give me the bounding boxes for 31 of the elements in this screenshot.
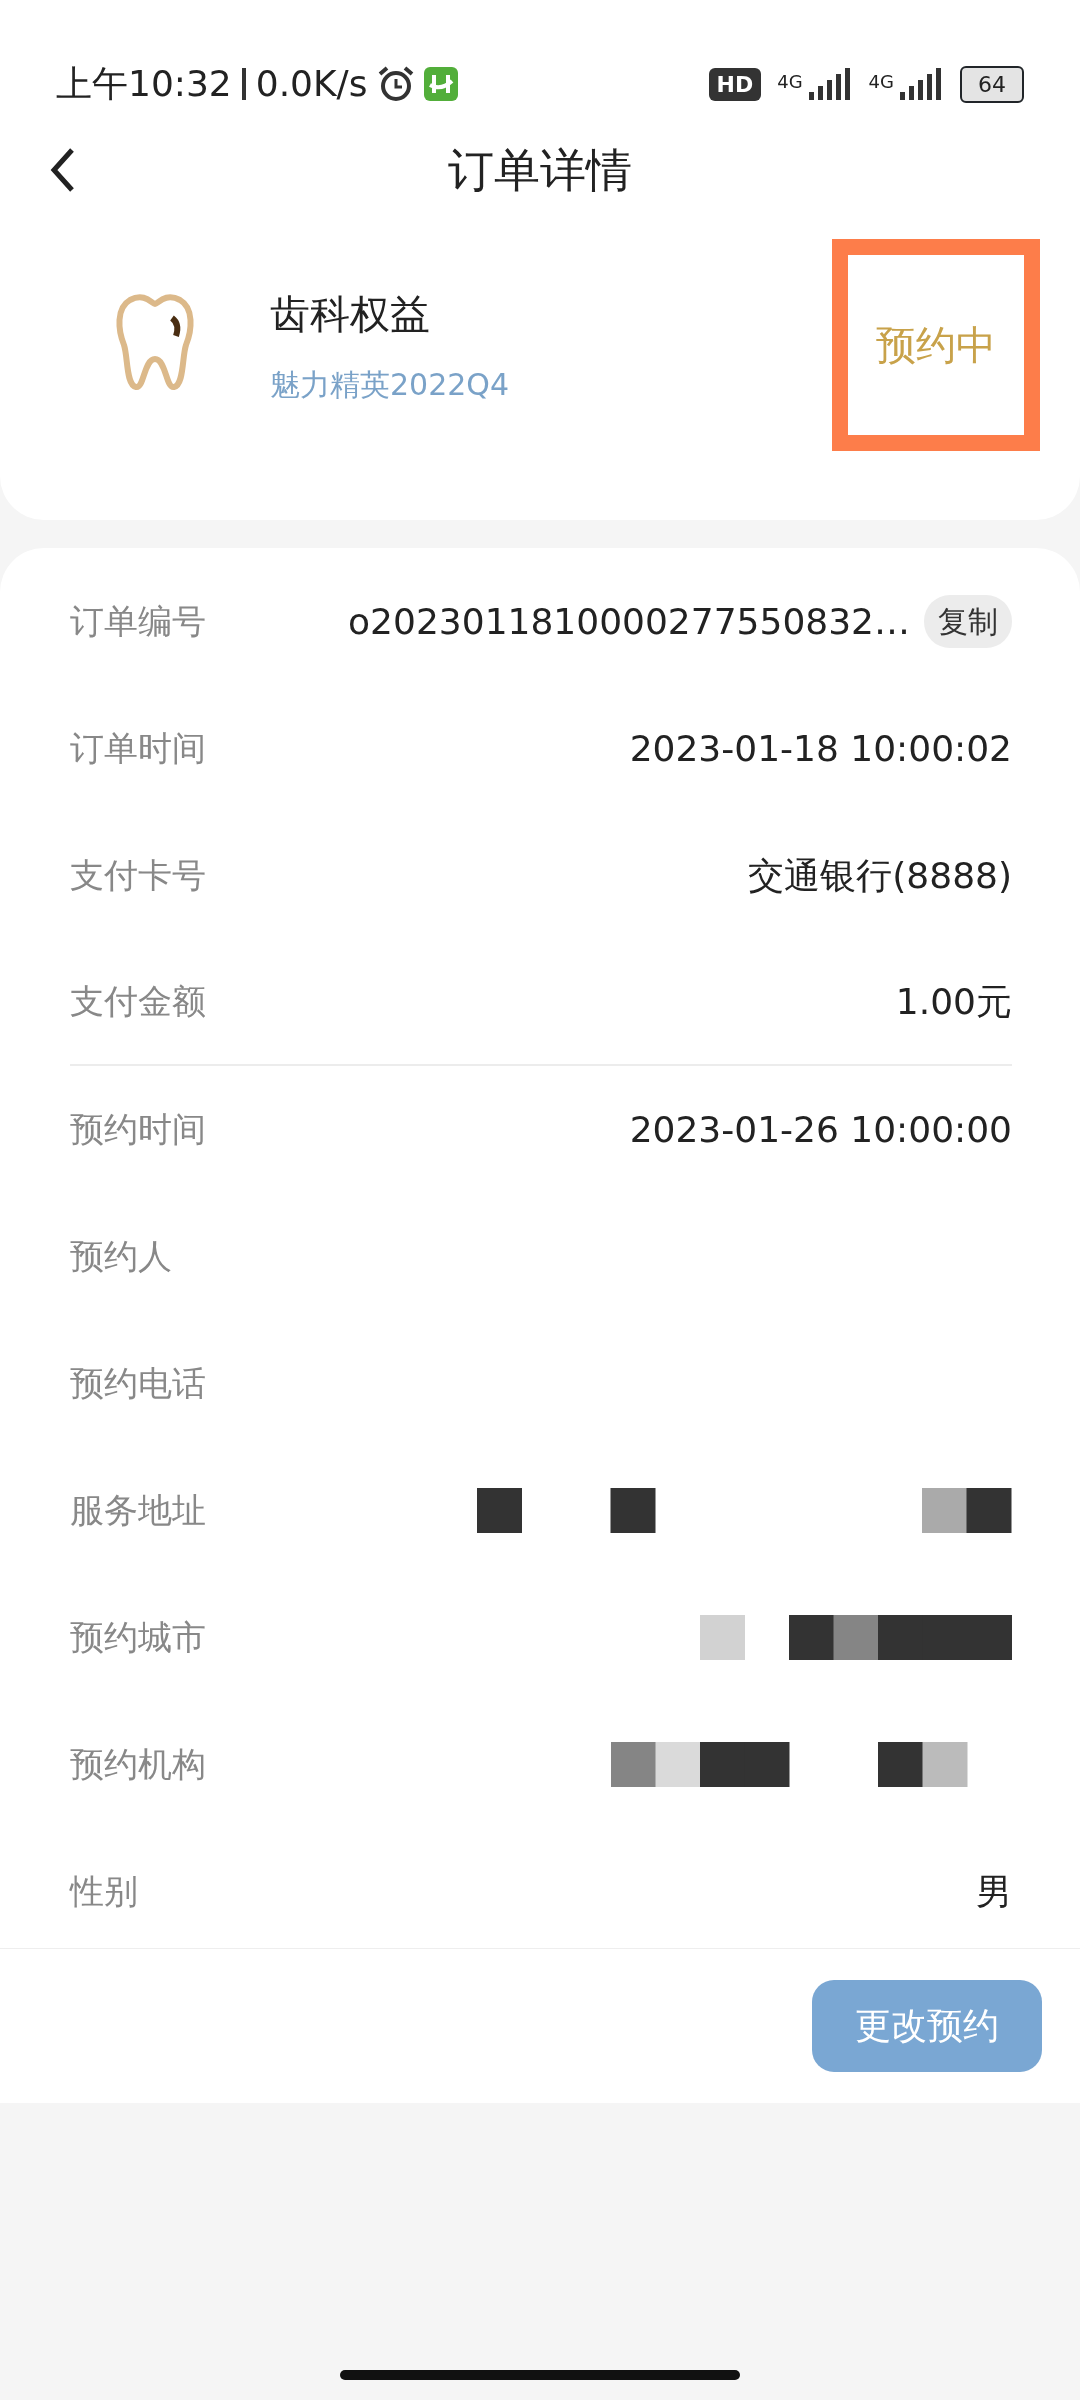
- field-value: 2023-01-26 10:00:00: [629, 1107, 1012, 1152]
- clock-time: 上午10:32: [56, 62, 232, 106]
- field-value: 男: [976, 1869, 1012, 1914]
- hd-badge: HD: [708, 67, 762, 101]
- field-value: 交通银行(8888): [748, 853, 1012, 898]
- field-label: 支付金额: [70, 980, 206, 1023]
- signal-icon: [898, 68, 944, 100]
- field-label: 预约人: [70, 1235, 172, 1278]
- field-value: 1.00元: [895, 979, 1012, 1024]
- app-icon: [423, 67, 458, 101]
- copy-button[interactable]: 复制: [924, 595, 1012, 648]
- network-type: 4G: [868, 70, 894, 94]
- network-speed: 0.0K/s: [255, 62, 368, 106]
- field-value: o2023011810000277550832…: [348, 599, 910, 644]
- field-label: 订单编号: [70, 600, 206, 643]
- field-label: 预约电话: [70, 1362, 206, 1405]
- field-label: 预约机构: [70, 1743, 206, 1786]
- signal-icon: [806, 68, 853, 100]
- field-label: 预约时间: [70, 1108, 206, 1151]
- page-title: 订单详情: [448, 141, 632, 199]
- product-name: 齿科权益: [270, 289, 431, 339]
- field-label: 性别: [70, 1870, 138, 1913]
- product-subtitle: 魅力精英2022Q4: [270, 365, 511, 404]
- status-text: 预约中: [832, 239, 1040, 451]
- field-label: 订单时间: [70, 727, 206, 770]
- battery-level: 64: [960, 65, 1024, 103]
- field-label: 预约城市: [70, 1616, 206, 1659]
- field-label: 支付卡号: [70, 854, 206, 897]
- field-value: 2023-01-18 10:00:02: [629, 726, 1012, 771]
- field-label: 服务地址: [70, 1489, 206, 1532]
- network-type: 4G: [777, 70, 803, 94]
